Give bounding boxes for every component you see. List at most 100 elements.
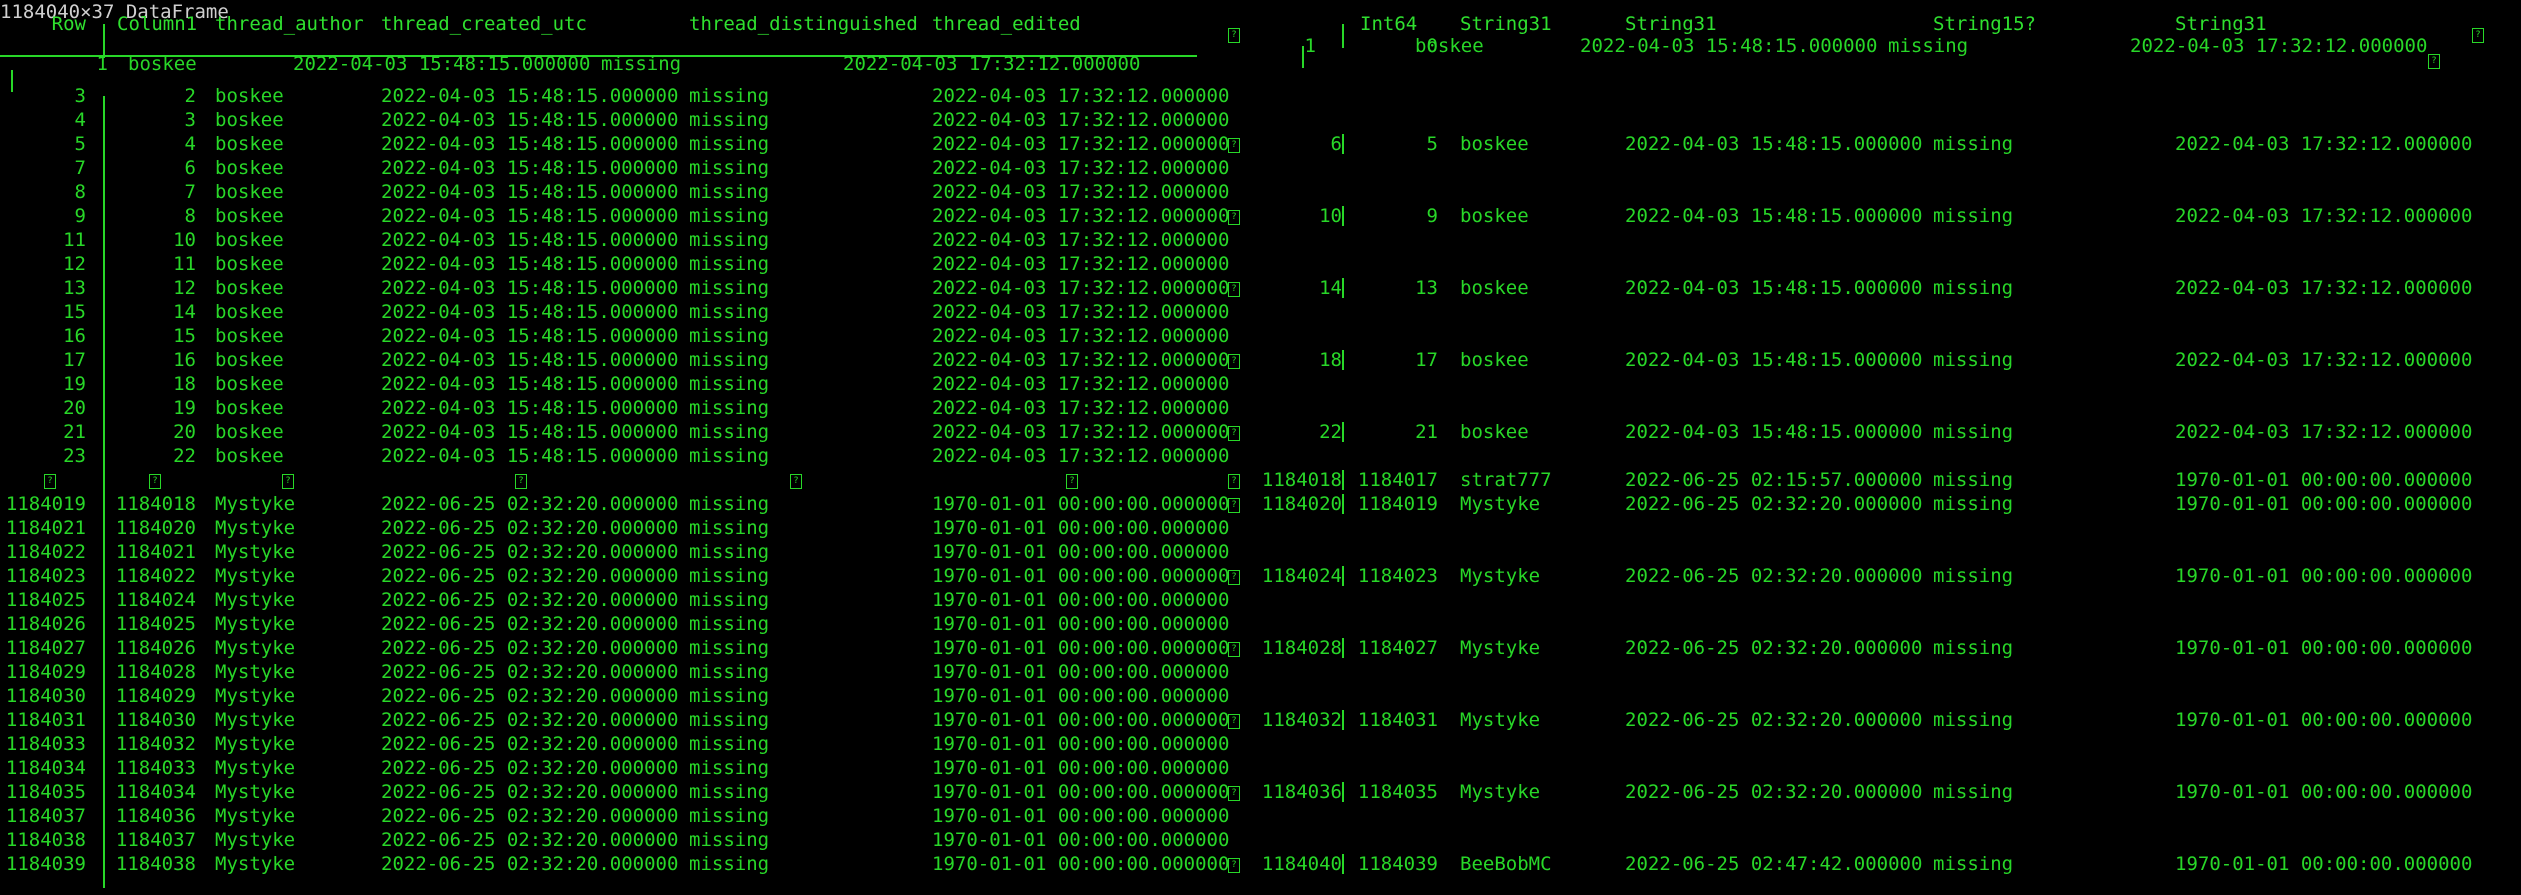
- right-thread-created-utc: 2022-06-25 02:32:20.000000: [1625, 781, 1923, 803]
- right-row-separator: [1342, 494, 1344, 514]
- right-row-separator: [1342, 638, 1344, 658]
- thread-author-value: Mystyke: [215, 517, 296, 539]
- right-column1: 13: [1415, 277, 1438, 299]
- thread-distinguished-value: missing: [689, 805, 770, 827]
- right-row-number: 1184028: [1261, 637, 1342, 659]
- right-thread-author: boskee: [1460, 349, 1529, 371]
- left-thread-author: boskee: [128, 53, 197, 75]
- table-row: 1184030 1184029 Mystyke 2022-06-25 02:32:20…: [0, 684, 2521, 708]
- right-row-number: 1184018: [1261, 469, 1342, 491]
- replacement-glyph-icon: [1228, 138, 1240, 153]
- right-column1: 21: [1415, 421, 1438, 443]
- right-row-separator: [1342, 710, 1344, 730]
- right-column1: 1184027: [1357, 637, 1438, 659]
- right-header-separator: [1342, 24, 1344, 48]
- right-row-number: 22: [1319, 421, 1342, 443]
- right-table-row: 1184028 1184027 Mystyke 2022-06-25 02:32:20…: [0, 636, 2521, 660]
- thread-edited-value: 2022-04-03 17:32:12.000000: [932, 157, 1230, 179]
- row-number: 1184037: [5, 805, 86, 827]
- right-row-number: 1184020: [1261, 493, 1342, 515]
- right-column1: 9: [1426, 205, 1438, 227]
- first-row-separator: [11, 70, 13, 92]
- left-thread-distinguished: missing: [601, 53, 682, 75]
- thread-edited-value: 1970-01-01 00:00:00.000000: [932, 613, 1230, 635]
- column1-value: 6: [184, 157, 196, 179]
- thread-created-utc-value: 2022-04-03 15:48:15.000000: [381, 229, 679, 251]
- thread-edited-value: 1970-01-01 00:00:00.000000: [932, 685, 1230, 707]
- thread-created-utc-value: 2022-04-03 15:48:15.000000: [381, 253, 679, 275]
- row-number: 12: [63, 253, 86, 275]
- right-table-row: 10 9 boskee 2022-04-03 15:48:15.000000 missi…: [0, 204, 2521, 228]
- row-number: 7: [74, 157, 86, 179]
- thread-created-utc-value: 2022-06-25 02:32:20.000000: [381, 661, 679, 683]
- thread-created-utc-value: 2022-04-03 15:48:15.000000: [381, 445, 679, 467]
- thread-edited-value: 2022-04-03 17:32:12.000000: [932, 85, 1230, 107]
- right-row-separator: [1342, 782, 1344, 802]
- thread-author-value: Mystyke: [215, 661, 296, 683]
- thread-edited-value: 1970-01-01 00:00:00.000000: [932, 829, 1230, 851]
- thread-author-value: boskee: [215, 253, 284, 275]
- right-thread-distinguished: missing: [1933, 469, 2014, 491]
- row-number: 19: [63, 373, 86, 395]
- right-row-separator: [1342, 350, 1344, 370]
- right-thread-author: strat777: [1460, 469, 1552, 491]
- right-thread-author: Mystyke: [1460, 565, 1541, 587]
- row-number: 1184026: [5, 613, 86, 635]
- column1-value: 15: [173, 325, 196, 347]
- row-number: 1184034: [5, 757, 86, 779]
- left-thread-edited: 2022-04-03 17:32:12.000000: [843, 53, 1141, 75]
- thread-created-utc-value: 2022-06-25 02:32:20.000000: [381, 829, 679, 851]
- left-first-row: 1 boskee 2022-04-03 15:48:15.000000 missing…: [0, 52, 2521, 76]
- row-number: 1184025: [5, 589, 86, 611]
- column1-value: 7: [184, 181, 196, 203]
- thread-distinguished-value: missing: [689, 109, 770, 131]
- right-thread-created-utc: 2022-06-25 02:15:57.000000: [1625, 469, 1923, 491]
- row-number: 11: [63, 229, 86, 251]
- left-thread-created-utc: 2022-04-03 15:48:15.000000: [293, 53, 591, 75]
- right-thread-author: boskee: [1460, 133, 1529, 155]
- row-number: 15: [63, 301, 86, 323]
- thread-edited-value: 1970-01-01 00:00:00.000000: [932, 541, 1230, 563]
- right-thread-edited: 2022-04-03 17:32:12.000000: [2175, 349, 2473, 371]
- thread-distinguished-value: missing: [689, 85, 770, 107]
- thread-distinguished-value: missing: [689, 397, 770, 419]
- thread-distinguished-value: missing: [689, 733, 770, 755]
- right-row-separator: [1342, 854, 1344, 874]
- table-row: 1184022 1184021 Mystyke 2022-06-25 02:32:20…: [0, 540, 2521, 564]
- right-row-separator: [1342, 422, 1344, 442]
- row-number: 20: [63, 397, 86, 419]
- type-string31-created: String31: [1625, 13, 1717, 35]
- table-row: 1184021 1184020 Mystyke 2022-06-25 02:32:20…: [0, 516, 2521, 540]
- table-row: 3 2 boskee 2022-04-03 15:48:15.000000 missin…: [0, 84, 2521, 108]
- right-thread-distinguished: missing: [1933, 493, 2014, 515]
- column1-value: 1184021: [115, 541, 196, 563]
- right-table-row: 1184018 1184017 strat777 2022-06-25 02:15:5…: [0, 468, 2521, 492]
- row-number: 1184022: [5, 541, 86, 563]
- right-thread-created-utc: 2022-04-03 15:48:15.000000: [1625, 133, 1923, 155]
- thread-created-utc-value: 2022-06-25 02:32:20.000000: [381, 757, 679, 779]
- right-column1: 1184023: [1357, 565, 1438, 587]
- column1-value: 1184036: [115, 805, 196, 827]
- thread-created-utc-value: 2022-04-03 15:48:15.000000: [381, 397, 679, 419]
- terminal-window[interactable]: 1184040×37 DataFrame Row Column1 thread_au…: [0, 0, 2521, 895]
- thread-author-value: Mystyke: [215, 829, 296, 851]
- thread-distinguished-value: missing: [689, 373, 770, 395]
- right-thread-created-utc: 2022-06-25 02:32:20.000000: [1625, 493, 1923, 515]
- thread-distinguished-value: missing: [689, 517, 770, 539]
- thread-edited-value: 2022-04-03 17:32:12.000000: [932, 109, 1230, 131]
- thread-created-utc-value: 2022-06-25 02:32:20.000000: [381, 685, 679, 707]
- row-number: 1184029: [5, 661, 86, 683]
- table-row: 20 19 boskee 2022-04-03 15:48:15.000000 miss…: [0, 396, 2521, 420]
- column1-value: 1184037: [115, 829, 196, 851]
- right-table-row: 1184024 1184023 Mystyke 2022-06-25 02:32:20…: [0, 564, 2521, 588]
- thread-author-value: boskee: [215, 229, 284, 251]
- right-thread-distinguished: missing: [1933, 853, 2014, 875]
- header-thread-created-utc: thread_created_utc: [381, 13, 587, 35]
- thread-created-utc-value: 2022-04-03 15:48:15.000000: [381, 181, 679, 203]
- replacement-glyph-icon: [1228, 354, 1240, 369]
- thread-author-value: Mystyke: [215, 613, 296, 635]
- replacement-glyph-icon: [1228, 474, 1240, 489]
- row-number: 1184030: [5, 685, 86, 707]
- thread-distinguished-value: missing: [689, 181, 770, 203]
- header-row-separator: [103, 24, 105, 58]
